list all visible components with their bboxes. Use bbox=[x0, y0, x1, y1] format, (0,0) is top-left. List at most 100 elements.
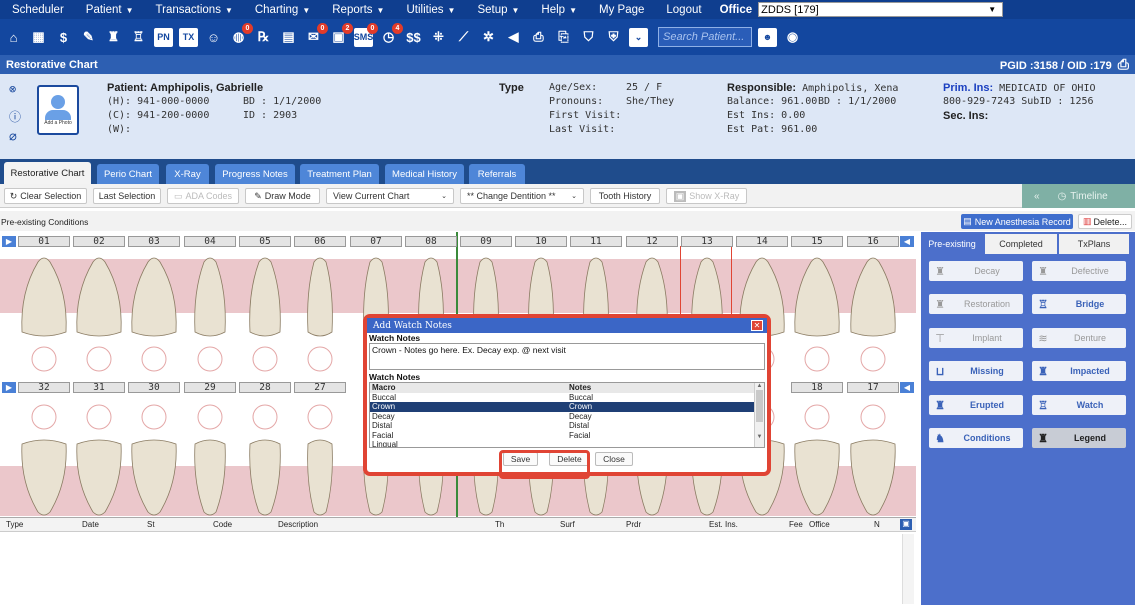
pn-icon[interactable]: PN bbox=[154, 27, 173, 47]
tooth-number-30[interactable]: 30 bbox=[128, 382, 180, 393]
shield-icon[interactable]: ⛨ bbox=[604, 28, 623, 47]
col-fee[interactable]: Fee bbox=[789, 520, 803, 529]
erupted-button[interactable]: ♜ Erupted bbox=[929, 395, 1023, 415]
surface-map[interactable] bbox=[141, 346, 167, 372]
menu-charting[interactable]: Charting ▼ bbox=[255, 4, 310, 16]
tab-progress-notes[interactable]: Progress Notes bbox=[215, 164, 295, 184]
missing-button[interactable]: ⊔ Missing bbox=[929, 361, 1023, 381]
surface-map[interactable] bbox=[31, 346, 57, 372]
menu-reports[interactable]: Reports ▼ bbox=[332, 4, 384, 16]
col-est-ins[interactable]: Est. Ins. bbox=[709, 520, 738, 529]
tooth-number-10[interactable]: 10 bbox=[515, 236, 567, 247]
close-button[interactable]: Close bbox=[595, 452, 633, 466]
tooth-number-28[interactable]: 28 bbox=[239, 382, 291, 393]
dollar-icon[interactable]: $ bbox=[54, 28, 73, 47]
delete-button[interactable]: ▥ Delete... bbox=[1078, 214, 1132, 229]
lower-tooth[interactable] bbox=[249, 439, 281, 516]
upper-tooth[interactable] bbox=[21, 257, 67, 337]
tooth-number-05[interactable]: 05 bbox=[239, 236, 291, 247]
tooth-alt-icon[interactable]: ♖ bbox=[129, 28, 148, 47]
chart-icon[interactable]: ⟋ bbox=[454, 28, 473, 47]
col-description[interactable]: Description bbox=[278, 520, 318, 529]
denture-button[interactable]: ≋ Denture bbox=[1032, 328, 1126, 348]
decay-button[interactable]: ♜ Decay bbox=[929, 261, 1023, 281]
implant-button[interactable]: ⊤ Implant bbox=[929, 328, 1023, 348]
scroll-left-icon[interactable]: ◀ bbox=[900, 236, 914, 247]
menu-help[interactable]: Help ▼ bbox=[541, 4, 577, 16]
list-item[interactable]: Lingual bbox=[370, 440, 764, 447]
search-patient-input[interactable]: Search Patient... bbox=[658, 27, 752, 47]
tab-perio-chart[interactable]: Perio Chart bbox=[97, 164, 159, 184]
surface-map[interactable] bbox=[252, 346, 278, 372]
tooth-number-12[interactable]: 12 bbox=[626, 236, 678, 247]
surface-map[interactable] bbox=[86, 404, 112, 430]
view-chart-select[interactable]: View Current Chart ⌄ bbox=[326, 188, 454, 204]
upper-tooth[interactable] bbox=[249, 257, 281, 337]
lower-tooth[interactable] bbox=[131, 439, 177, 516]
dentition-select[interactable]: ** Change Dentition ** ⌄ bbox=[460, 188, 584, 204]
tooth-number-17[interactable]: 17 bbox=[847, 382, 899, 393]
avatar[interactable]: Add a Photo bbox=[37, 85, 79, 135]
printer-icon[interactable]: ⎙ bbox=[529, 28, 548, 47]
col-n[interactable]: N bbox=[874, 520, 880, 529]
clear-selection-button[interactable]: ↻ Clear Selection bbox=[4, 188, 87, 204]
watch-notes-textarea[interactable]: Crown - Notes go here. Ex. Decay exp. @ … bbox=[369, 343, 765, 370]
tab-restorative-chart[interactable]: Restorative Chart bbox=[4, 162, 91, 184]
grid-scrollbar[interactable] bbox=[902, 534, 914, 604]
col-th[interactable]: Th bbox=[495, 520, 504, 529]
bridge-button[interactable]: ♖ Bridge bbox=[1032, 294, 1126, 314]
money-icon[interactable]: $$ bbox=[404, 28, 423, 47]
chat-icon[interactable]: ▤ bbox=[279, 28, 298, 47]
message-icon[interactable]: ✉ 0 bbox=[304, 22, 328, 47]
ada-codes-button[interactable]: ▭ ADA Codes bbox=[167, 188, 239, 204]
rx-icon[interactable]: ℞ bbox=[254, 28, 273, 47]
surface-map[interactable] bbox=[252, 404, 278, 430]
tooth-number-32[interactable]: 32 bbox=[18, 382, 70, 393]
impacted-button[interactable]: ♜ Impacted bbox=[1032, 361, 1126, 381]
menu-logout[interactable]: Logout bbox=[666, 4, 701, 16]
lower-tooth[interactable] bbox=[307, 439, 333, 516]
lower-tooth[interactable] bbox=[850, 439, 896, 516]
office-select[interactable]: ZDDS [179] ▼ bbox=[758, 2, 1004, 17]
eye-search-icon[interactable]: ◉ bbox=[783, 28, 802, 47]
tooth-number-04[interactable]: 04 bbox=[184, 236, 236, 247]
pen-icon[interactable]: ✎ bbox=[79, 28, 98, 47]
conditions-button[interactable]: ♞ Conditions bbox=[929, 428, 1023, 448]
tooth-number-13[interactable]: 13 bbox=[681, 236, 733, 247]
draw-mode-button[interactable]: ✎ Draw Mode bbox=[245, 188, 320, 204]
clock-icon[interactable]: ◷ 4 bbox=[379, 22, 403, 47]
tooth-number-18[interactable]: 18 bbox=[791, 382, 843, 393]
surface-map[interactable] bbox=[860, 404, 886, 430]
tooth-number-11[interactable]: 11 bbox=[570, 236, 622, 247]
tooth-number-27[interactable]: 27 bbox=[294, 382, 346, 393]
surface-map[interactable] bbox=[197, 404, 223, 430]
user-search-icon[interactable]: ☻ bbox=[758, 27, 777, 47]
surface-map[interactable] bbox=[860, 346, 886, 372]
list-scrollbar[interactable]: ▲ ▼ bbox=[754, 383, 764, 447]
chevron-icon[interactable]: ⌄ bbox=[629, 27, 648, 47]
calendar-icon[interactable]: ▦ bbox=[29, 28, 48, 47]
upper-tooth[interactable] bbox=[131, 257, 177, 337]
tooth-number-01[interactable]: 01 bbox=[18, 236, 70, 247]
menu-patient[interactable]: Patient ▼ bbox=[86, 4, 134, 16]
scroll-right-icon[interactable]: ▶ bbox=[2, 236, 16, 247]
tab-xray[interactable]: X-Ray bbox=[166, 164, 209, 184]
menu-transactions[interactable]: Transactions ▼ bbox=[156, 4, 233, 16]
menu-scheduler[interactable]: Scheduler bbox=[12, 4, 64, 16]
tx-icon[interactable]: TX bbox=[179, 27, 198, 47]
tooth-number-31[interactable]: 31 bbox=[73, 382, 125, 393]
legend-button[interactable]: ♜ Legend bbox=[1032, 428, 1126, 448]
info-icon[interactable]: ⓘ bbox=[9, 108, 21, 125]
tab-completed[interactable]: Completed bbox=[985, 234, 1057, 254]
sms-icon[interactable]: SMS 0 bbox=[354, 22, 378, 47]
tooth-number-16[interactable]: 16 bbox=[847, 236, 899, 247]
last-selection-button[interactable]: Last Selection bbox=[93, 188, 161, 204]
lower-tooth[interactable] bbox=[76, 439, 122, 516]
grid-icon[interactable]: ⁜ bbox=[429, 28, 448, 47]
col-code[interactable]: Code bbox=[213, 520, 232, 529]
upper-tooth[interactable] bbox=[850, 257, 896, 337]
tooth-number-08[interactable]: 08 bbox=[405, 236, 457, 247]
shield-check-icon[interactable]: ⛉ bbox=[579, 28, 598, 47]
timeline-toggle[interactable]: «◷ Timeline bbox=[1022, 184, 1135, 208]
printer-icon[interactable]: ⎙ bbox=[1118, 56, 1129, 72]
